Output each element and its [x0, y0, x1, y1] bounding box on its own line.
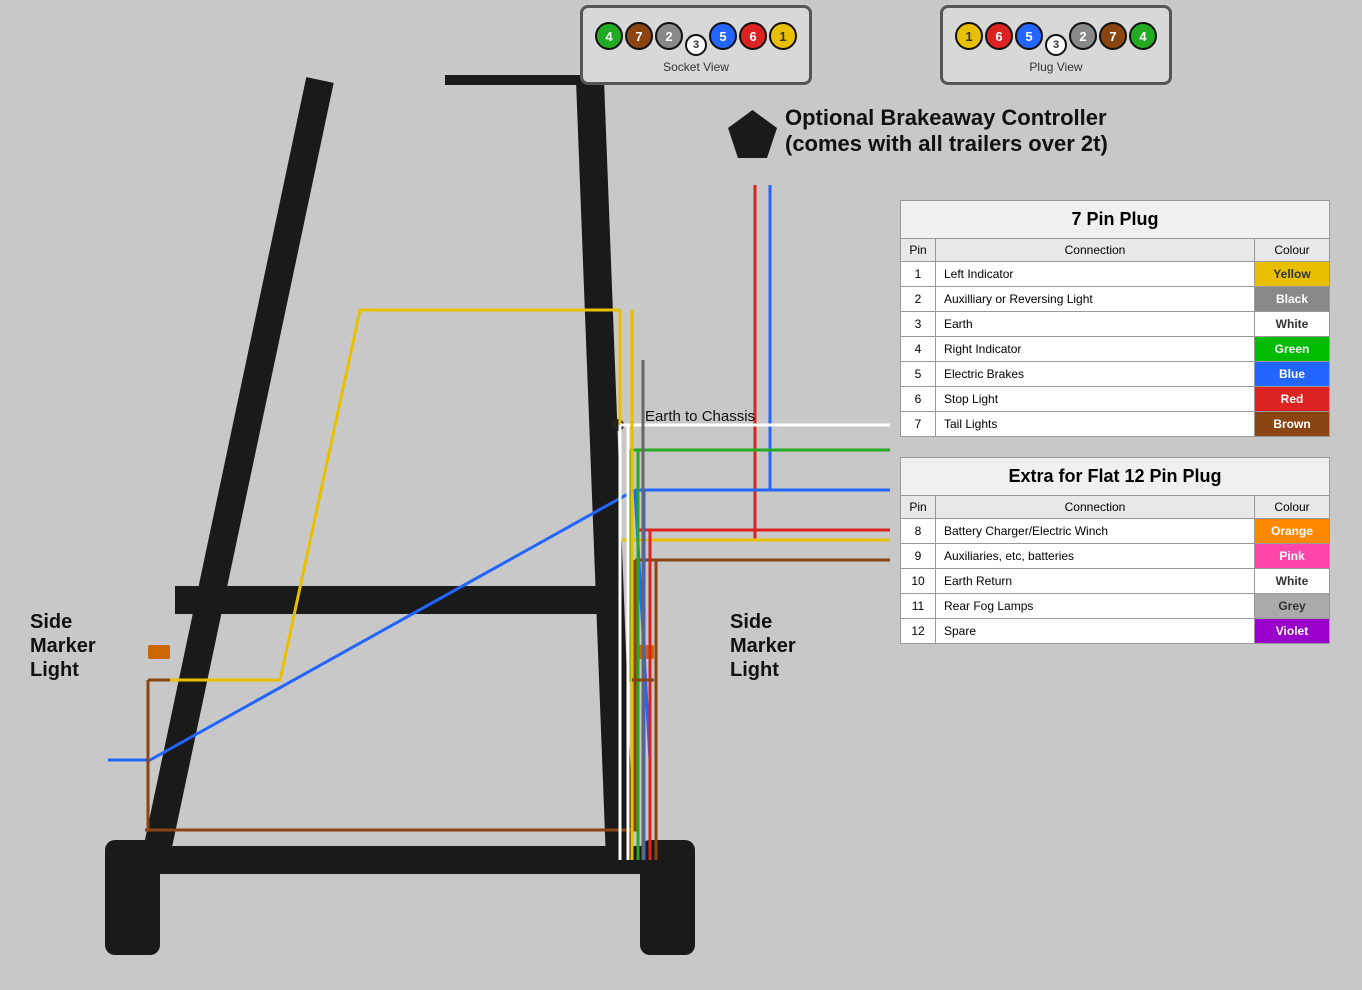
brakeaway-symbol [725, 108, 780, 168]
pin-3-plug: 3 [1045, 34, 1067, 56]
7pin-header-colour: Colour [1255, 239, 1330, 262]
pin-number: 4 [901, 337, 936, 362]
table-row: 11 Rear Fog Lamps Grey [901, 594, 1330, 619]
pin-number: 8 [901, 519, 936, 544]
socket-view-box: 4 7 2 3 5 6 1 Socket View [580, 5, 812, 85]
12pin-header-connection: Connection [936, 496, 1255, 519]
pin-4-socket: 4 [595, 22, 623, 50]
table-row: 7 Tail Lights Brown [901, 412, 1330, 437]
side-marker-left-label: SideMarkerLight [30, 610, 96, 682]
pin-number: 12 [901, 619, 936, 644]
brakeaway-title: Optional Brakeaway Controller (comes wit… [785, 105, 1215, 157]
table-row: 6 Stop Light Red [901, 387, 1330, 412]
colour-cell: Green [1255, 337, 1330, 362]
connection-name: Earth Return [936, 569, 1255, 594]
connection-name: Stop Light [936, 387, 1255, 412]
colour-cell: Yellow [1255, 262, 1330, 287]
7-pin-table: 7 Pin Plug Pin Connection Colour 1 Left … [900, 200, 1330, 437]
colour-cell: Orange [1255, 519, 1330, 544]
colour-cell: Red [1255, 387, 1330, 412]
pin-3-socket: 3 [685, 34, 707, 56]
colour-cell: Blue [1255, 362, 1330, 387]
socket-pins: 4 7 2 3 5 6 1 [595, 16, 797, 56]
pin-number: 2 [901, 287, 936, 312]
12pin-title: Extra for Flat 12 Pin Plug [901, 458, 1330, 496]
pin-number: 10 [901, 569, 936, 594]
table-row: 1 Left Indicator Yellow [901, 262, 1330, 287]
colour-cell: White [1255, 312, 1330, 337]
pin-7-plug: 7 [1099, 22, 1127, 50]
connection-name: Spare [936, 619, 1255, 644]
pin-2-plug: 2 [1069, 22, 1097, 50]
12pin-header-colour: Colour [1255, 496, 1330, 519]
pin-number: 11 [901, 594, 936, 619]
12pin-header-pin: Pin [901, 496, 936, 519]
plug-view-box: 1 6 5 3 2 7 4 Plug View [940, 5, 1172, 85]
tables-area: 7 Pin Plug Pin Connection Colour 1 Left … [900, 200, 1350, 664]
pin-4-plug: 4 [1129, 22, 1157, 50]
pin-6-socket: 6 [739, 22, 767, 50]
colour-cell: Black [1255, 287, 1330, 312]
connector-area: 4 7 2 3 5 6 1 Socket View 1 6 5 3 2 7 4 … [580, 0, 1340, 110]
plug-view-label: Plug View [1029, 60, 1082, 74]
pin-2-socket: 2 [655, 22, 683, 50]
connection-name: Rear Fog Lamps [936, 594, 1255, 619]
table-row: 2 Auxilliary or Reversing Light Black [901, 287, 1330, 312]
colour-cell: Brown [1255, 412, 1330, 437]
pin-number: 9 [901, 544, 936, 569]
pin-number: 3 [901, 312, 936, 337]
pin-1-plug: 1 [955, 22, 983, 50]
pin-number: 6 [901, 387, 936, 412]
pin-5-plug: 5 [1015, 22, 1043, 50]
pin-1-socket: 1 [769, 22, 797, 50]
colour-cell: Violet [1255, 619, 1330, 644]
7pin-title: 7 Pin Plug [901, 201, 1330, 239]
pin-number: 1 [901, 262, 936, 287]
7pin-header-connection: Connection [936, 239, 1255, 262]
earth-to-chassis-label: Earth to Chassis [645, 408, 755, 425]
pin-6-plug: 6 [985, 22, 1013, 50]
table-row: 8 Battery Charger/Electric Winch Orange [901, 519, 1330, 544]
connection-name: Auxilliary or Reversing Light [936, 287, 1255, 312]
connection-name: Auxiliaries, etc, batteries [936, 544, 1255, 569]
12-pin-table: Extra for Flat 12 Pin Plug Pin Connectio… [900, 457, 1330, 644]
pin-number: 7 [901, 412, 936, 437]
table-row: 5 Electric Brakes Blue [901, 362, 1330, 387]
pin-7-socket: 7 [625, 22, 653, 50]
colour-cell: White [1255, 569, 1330, 594]
side-marker-right-label: SideMarkerLight [730, 610, 796, 682]
socket-view-label: Socket View [663, 60, 729, 74]
table-row: 3 Earth White [901, 312, 1330, 337]
connection-name: Tail Lights [936, 412, 1255, 437]
table-row: 4 Right Indicator Green [901, 337, 1330, 362]
connection-name: Earth [936, 312, 1255, 337]
table-row: 10 Earth Return White [901, 569, 1330, 594]
pin-5-socket: 5 [709, 22, 737, 50]
plug-pins: 1 6 5 3 2 7 4 [955, 16, 1157, 56]
connection-name: Left Indicator [936, 262, 1255, 287]
connection-name: Right Indicator [936, 337, 1255, 362]
colour-cell: Grey [1255, 594, 1330, 619]
table-row: 12 Spare Violet [901, 619, 1330, 644]
colour-cell: Pink [1255, 544, 1330, 569]
table-row: 9 Auxiliaries, etc, batteries Pink [901, 544, 1330, 569]
7pin-header-pin: Pin [901, 239, 936, 262]
connection-name: Battery Charger/Electric Winch [936, 519, 1255, 544]
connection-name: Electric Brakes [936, 362, 1255, 387]
pin-number: 5 [901, 362, 936, 387]
